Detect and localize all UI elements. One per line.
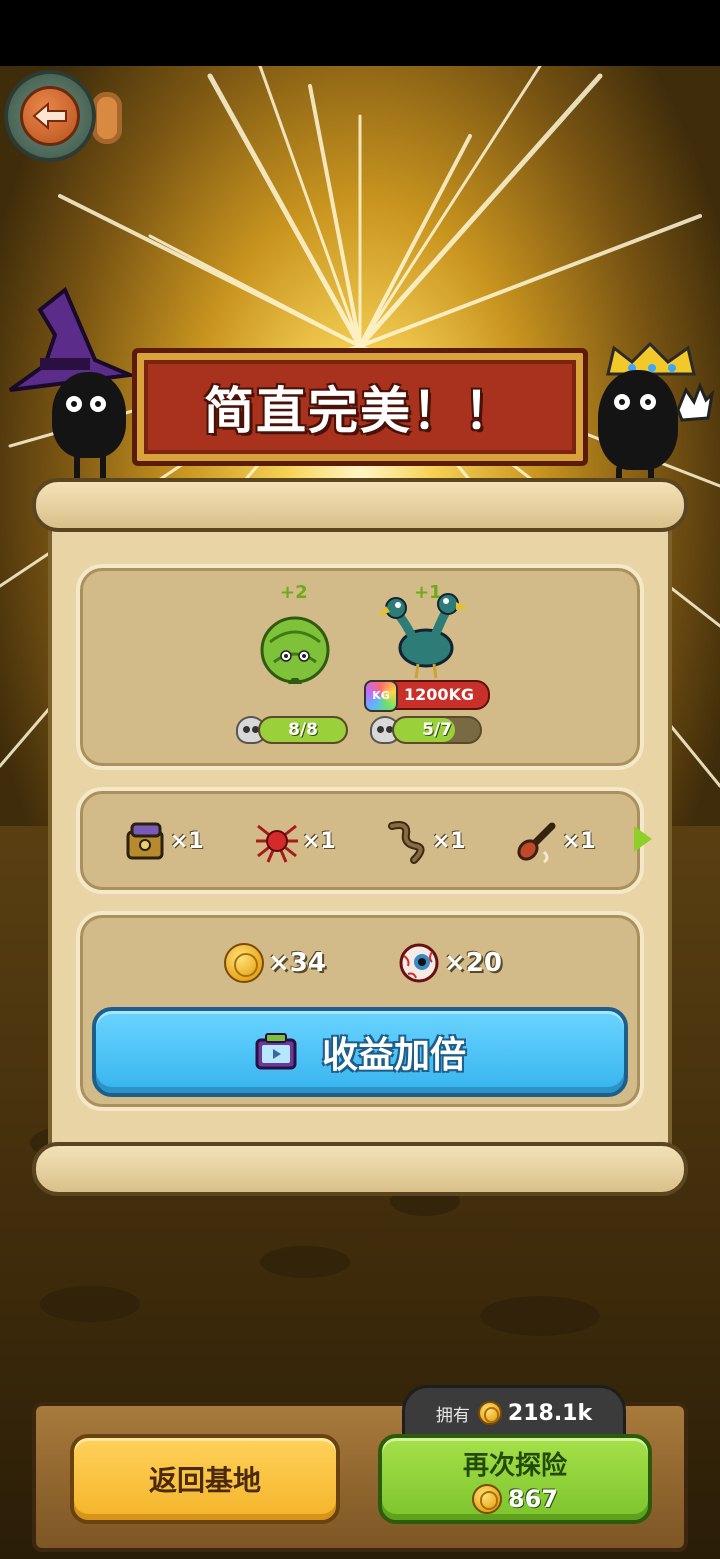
creature-progress-text: 8/8 (288, 720, 318, 740)
status-bar (0, 0, 720, 66)
explore-again-label: 再次探险 (462, 1450, 567, 1481)
scroll-bottom-roll (32, 1142, 688, 1196)
scroll-top-roll (32, 478, 688, 532)
creature-progress-text: 5/7 (422, 720, 452, 740)
loot-count: ×1 (562, 828, 596, 854)
kg-weight-icon: KG (364, 680, 398, 712)
treasure-chest-icon (126, 822, 164, 860)
witch-mascot (0, 280, 140, 490)
return-base-label: 返回基地 (148, 1464, 261, 1497)
loot-scroll-right-icon[interactable] (634, 826, 652, 852)
loot-count: ×1 (302, 828, 336, 854)
loot-item[interactable]: ×1 (514, 818, 596, 864)
reward-item: ×34 (224, 940, 326, 986)
back-arrow-icon (20, 86, 80, 146)
tv-ad-icon (255, 1033, 297, 1070)
loot-item[interactable]: ×1 (254, 818, 336, 864)
creatures-card (76, 564, 644, 770)
lettuce-monster-icon (260, 616, 330, 684)
loot-item[interactable]: ×1 (122, 818, 204, 864)
loot-item[interactable]: ×1 (384, 818, 466, 864)
gold-coin-icon (224, 943, 264, 983)
loot-count: ×1 (432, 828, 466, 854)
reward-count: ×20 (444, 948, 502, 978)
weight-badge: KG 1200KG (364, 680, 490, 712)
explore-again-button[interactable]: 再次探险 867 (378, 1434, 652, 1524)
red-spider-icon (256, 824, 298, 863)
result-banner: 简直完美！！ (132, 348, 588, 466)
explore-cost-value: 867 (507, 1484, 559, 1513)
weight-value: 1200KG (404, 685, 475, 704)
wallet-label: 拥有 (435, 1405, 470, 1426)
creature-progress-bar: 8/8 (258, 716, 348, 744)
hand-icon (676, 381, 715, 422)
back-button-tail (92, 92, 122, 144)
gold-coin-icon (471, 1483, 502, 1514)
rock (40, 1286, 140, 1322)
wallet-value: 218.1k (507, 1400, 593, 1426)
king-mascot (588, 340, 720, 500)
double-rewards-label: 收益加倍 (321, 1035, 466, 1076)
worm-icon (388, 821, 425, 864)
loot-count: ×1 (170, 828, 204, 854)
reward-count: ×34 (268, 948, 326, 978)
rock (480, 1296, 600, 1336)
rock (260, 1246, 350, 1278)
creature-bonus: +2 (280, 582, 308, 603)
reward-item: ×20 (398, 940, 502, 986)
two-headed-bird-icon (378, 593, 468, 679)
double-rewards-button[interactable]: 收益加倍 (92, 1007, 628, 1097)
result-title: 简直完美！！ (204, 382, 516, 440)
bone-club-icon (517, 822, 556, 864)
creature-progress-bar: 5/7 (392, 716, 482, 744)
gold-coin-icon (477, 1401, 502, 1425)
explore-cost: 867 (471, 1483, 559, 1514)
eyeball-icon (399, 943, 439, 983)
return-base-button[interactable]: 返回基地 (70, 1434, 340, 1524)
wallet-display: 拥有 218.1k (402, 1385, 626, 1441)
back-button[interactable] (4, 70, 96, 162)
